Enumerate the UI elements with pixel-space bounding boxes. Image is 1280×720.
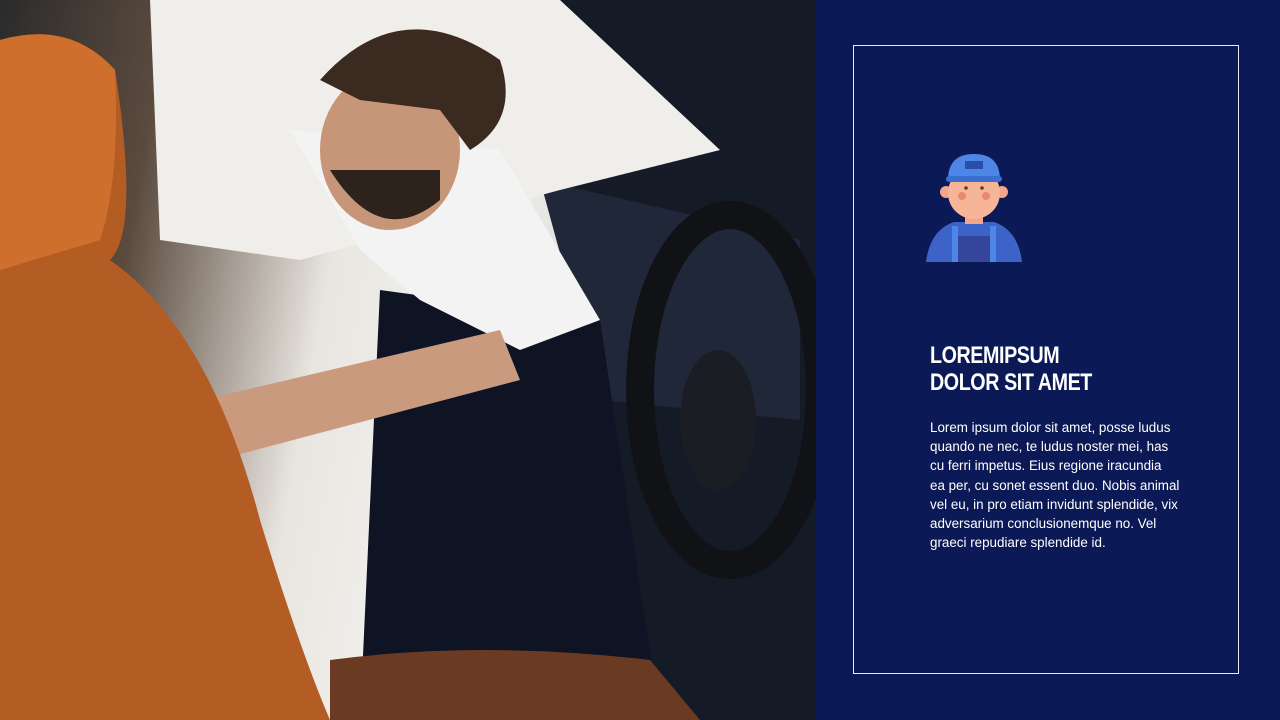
slide-title: LOREMIPSUM DOLOR SIT AMET [930, 342, 1143, 396]
title-line-2: DOLOR SIT AMET [930, 369, 1092, 396]
car-interior-photo [0, 0, 816, 720]
title-line-1: LOREMIPSUM [930, 342, 1060, 369]
body-text: Lorem ipsum dolor sit amet, posse ludus … [930, 420, 1180, 551]
mechanic-worker-icon [924, 150, 1024, 264]
photo-illustration [0, 0, 816, 720]
